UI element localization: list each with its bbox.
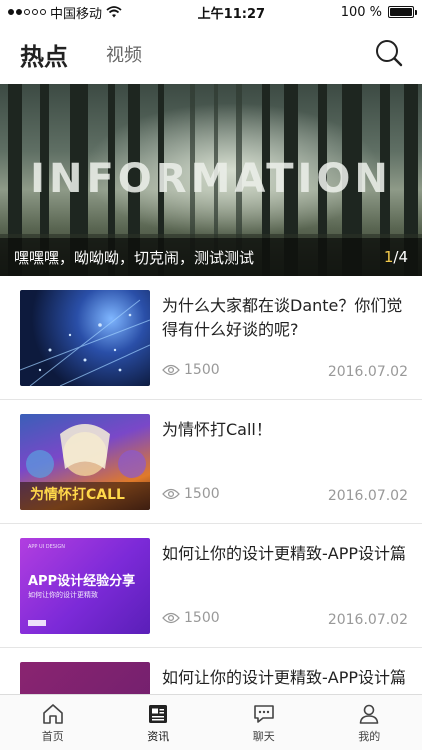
banner-pager: 1/4 [384,248,408,266]
news-thumbnail-game: 为情怀打CALL [20,414,150,510]
thumbnail-header: APP UI DESIGN [28,544,66,550]
news-title: 为什么大家都在谈Dante？你们觉得有什么好谈的呢? [162,296,403,339]
news-title: 如何让你的设计更精致-APP设计篇 [162,668,407,687]
battery-percent: 100 % [340,4,382,20]
view-count-value: 1500 [184,610,220,626]
nav-label-profile: 我的 [358,729,381,743]
banner-caption-bar: 嘿嘿嘿，呦呦呦，切克闹，测试测试 1/4 [0,238,422,276]
chat-icon [253,704,274,723]
carrier-name: 中国移动 [50,6,103,22]
nav-label-news: 资讯 [147,729,170,743]
news-item[interactable]: 为情怀打CALL 为情怀打Call！ 1500 2016.07.02 [0,400,422,524]
news-date: 2016.07.02 [327,612,408,628]
news-icon [149,704,168,723]
battery-icon [388,6,417,18]
view-count: 1500 [162,362,220,378]
news-title: 为情怀打Call！ [162,420,272,439]
view-count: 1500 [162,486,220,502]
news-date: 2016.07.02 [327,488,408,504]
news-item[interactable]: APP UI DESIGN APP设计经验分享 如何让你的设计更精致 如何让你的… [0,524,422,648]
eye-icon [162,488,180,500]
view-count: 1500 [162,610,220,626]
nav-chat[interactable]: 聊天 [211,695,317,750]
eye-icon [162,364,180,376]
news-date: 2016.07.02 [327,364,408,380]
profile-icon [359,704,379,724]
thumbnail-caption: APP设计经验分享 [28,574,136,589]
tab-video[interactable]: 视频 [106,41,142,67]
city-lights-image [20,299,150,386]
status-left: 中国移动 [8,3,122,22]
thumbnail-caption: 为情怀打CALL [30,487,125,503]
home-icon [42,703,63,724]
nav-profile[interactable]: 我的 [317,695,422,750]
status-time: 上午11:27 [197,6,266,22]
news-title: 如何让你的设计更精致-APP设计篇 [162,544,407,563]
news-thumbnail-app-design: APP UI DESIGN APP设计经验分享 如何让你的设计更精致 [20,538,150,634]
thumbnail-subcaption: 如何让你的设计更精致 [28,591,98,599]
status-right: 100 % [340,4,417,20]
banner-carousel[interactable]: INFORMATION 嘿嘿嘿，呦呦呦，切克闹，测试测试 1/4 [0,84,422,276]
banner-image-text: INFORMATION [30,156,392,202]
eye-icon [162,612,180,624]
view-count-value: 1500 [184,486,220,502]
news-list: 为什么大家都在谈Dante？你们觉得有什么好谈的呢? 1500 2016.07.… [0,276,422,750]
wifi-icon [106,6,122,18]
tab-hot[interactable]: 热点 [20,37,68,72]
banner-caption: 嘿嘿嘿，呦呦呦，切克闹，测试测试 [14,248,255,267]
status-bar: 中国移动 上午11:27 100 % [0,0,422,24]
search-icon[interactable] [374,38,404,68]
nav-label-chat: 聊天 [252,729,275,743]
pager-current: 1 [383,248,394,266]
bottom-tab-bar: 首页 资讯 聊天 我的 [0,694,422,750]
news-item[interactable]: 为什么大家都在谈Dante？你们觉得有什么好谈的呢? 1500 2016.07.… [0,276,422,400]
signal-strength-icon [8,9,46,15]
top-header: 热点 视频 [0,24,422,84]
view-count-value: 1500 [184,362,220,378]
thumbnail-tag [28,620,46,626]
nav-label-home: 首页 [41,729,64,743]
pager-total: /4 [393,248,408,266]
battery-fill [390,8,412,16]
news-thumbnail-city [20,290,150,386]
nav-news[interactable]: 资讯 [106,695,212,750]
nav-home[interactable]: 首页 [0,695,106,750]
